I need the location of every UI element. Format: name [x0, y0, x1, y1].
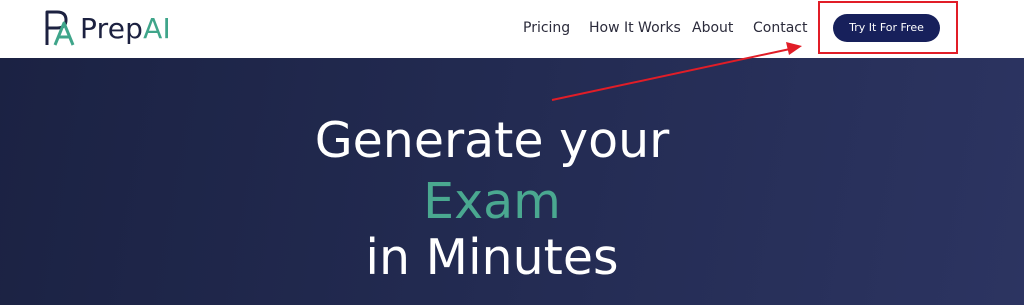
- hero-headline-accent: Exam: [423, 173, 561, 230]
- nav-link-how-it-works[interactable]: How It Works: [589, 18, 681, 38]
- nav-link-contact[interactable]: Contact: [753, 18, 807, 38]
- hero-headline-line-3: in Minutes: [365, 229, 619, 286]
- nav-link-about[interactable]: About: [692, 18, 733, 38]
- try-it-for-free-button[interactable]: Try It For Free: [833, 14, 940, 42]
- hero-headline-line-1: Generate your: [314, 112, 670, 169]
- nav-link-pricing[interactable]: Pricing: [523, 18, 570, 38]
- site-header: PrepAI Pricing How It Works About Contac…: [0, 0, 1024, 58]
- hero-section: Generate your Exam in Minutes: [0, 58, 1024, 305]
